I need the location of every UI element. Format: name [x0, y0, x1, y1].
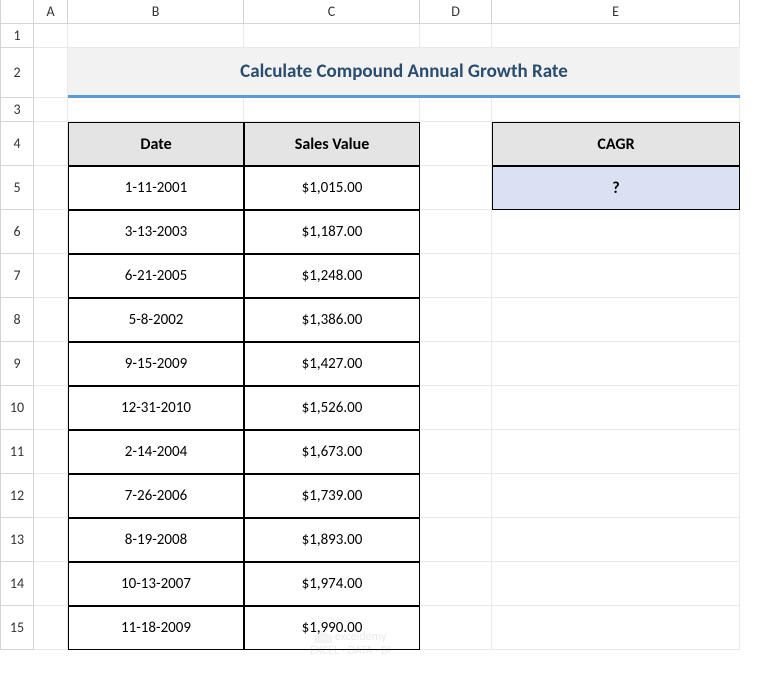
row-header-13[interactable]: 13: [0, 518, 34, 562]
cell-a1[interactable]: [34, 24, 68, 48]
row-header-12[interactable]: 12: [0, 474, 34, 518]
row-header-9[interactable]: 9: [0, 342, 34, 386]
cell-sales-1[interactable]: $1,187.00: [244, 210, 420, 254]
cell-e12[interactable]: [492, 474, 740, 518]
cell-a8[interactable]: [34, 298, 68, 342]
cell-date-0[interactable]: 1-11-2001: [68, 166, 244, 210]
cell-sales-3[interactable]: $1,386.00: [244, 298, 420, 342]
cell-d13[interactable]: [420, 518, 492, 562]
cell-e11[interactable]: [492, 430, 740, 474]
cell-a2[interactable]: [34, 48, 68, 98]
cell-d12[interactable]: [420, 474, 492, 518]
cell-sales-9[interactable]: $1,974.00: [244, 562, 420, 606]
cell-d5[interactable]: [420, 166, 492, 210]
row-header-6[interactable]: 6: [0, 210, 34, 254]
cell-a13[interactable]: [34, 518, 68, 562]
cell-d11[interactable]: [420, 430, 492, 474]
cell-a4[interactable]: [34, 122, 68, 166]
cell-d10[interactable]: [420, 386, 492, 430]
cell-date-1[interactable]: 3-13-2003: [68, 210, 244, 254]
cell-date-3[interactable]: 5-8-2002: [68, 298, 244, 342]
cell-e14[interactable]: [492, 562, 740, 606]
cell-e13[interactable]: [492, 518, 740, 562]
cell-c3[interactable]: [244, 98, 420, 122]
cell-e3[interactable]: [492, 98, 740, 122]
cell-sales-10[interactable]: $1,990.00: [244, 606, 420, 650]
row-header-7[interactable]: 7: [0, 254, 34, 298]
cell-date-7[interactable]: 7-26-2006: [68, 474, 244, 518]
cagr-value[interactable]: ?: [492, 166, 740, 210]
table-header-sales[interactable]: Sales Value: [244, 122, 420, 166]
cell-e1[interactable]: [492, 24, 740, 48]
cell-a6[interactable]: [34, 210, 68, 254]
cell-date-2[interactable]: 6-21-2005: [68, 254, 244, 298]
cell-a5[interactable]: [34, 166, 68, 210]
cell-d6[interactable]: [420, 210, 492, 254]
row-header-15[interactable]: 15: [0, 606, 34, 650]
cell-e10[interactable]: [492, 386, 740, 430]
cell-date-8[interactable]: 8-19-2008: [68, 518, 244, 562]
cell-d15[interactable]: [420, 606, 492, 650]
cell-a11[interactable]: [34, 430, 68, 474]
cell-d9[interactable]: [420, 342, 492, 386]
row-header-8[interactable]: 8: [0, 298, 34, 342]
cell-d8[interactable]: [420, 298, 492, 342]
row-header-2[interactable]: 2: [0, 48, 34, 98]
cell-sales-0[interactable]: $1,015.00: [244, 166, 420, 210]
cell-sales-5[interactable]: $1,526.00: [244, 386, 420, 430]
cell-a10[interactable]: [34, 386, 68, 430]
col-header-d[interactable]: D: [420, 0, 492, 24]
table-header-date[interactable]: Date: [68, 122, 244, 166]
row-header-5[interactable]: 5: [0, 166, 34, 210]
cell-d7[interactable]: [420, 254, 492, 298]
col-header-c[interactable]: C: [244, 0, 420, 24]
cell-e8[interactable]: [492, 298, 740, 342]
cell-sales-8[interactable]: $1,893.00: [244, 518, 420, 562]
cell-c1[interactable]: [244, 24, 420, 48]
row-header-1[interactable]: 1: [0, 24, 34, 48]
cell-b3[interactable]: [68, 98, 244, 122]
cell-date-9[interactable]: 10-13-2007: [68, 562, 244, 606]
row-header-4[interactable]: 4: [0, 122, 34, 166]
cell-e7[interactable]: [492, 254, 740, 298]
cell-date-5[interactable]: 12-31-2010: [68, 386, 244, 430]
cell-d14[interactable]: [420, 562, 492, 606]
page-title[interactable]: Calculate Compound Annual Growth Rate: [68, 48, 740, 98]
cell-a9[interactable]: [34, 342, 68, 386]
cell-sales-7[interactable]: $1,739.00: [244, 474, 420, 518]
cell-date-10[interactable]: 11-18-2009: [68, 606, 244, 650]
cell-sales-6[interactable]: $1,673.00: [244, 430, 420, 474]
spreadsheet-grid: A B C D E 1 2 Calculate Compound Annual …: [0, 0, 767, 650]
select-all-corner[interactable]: [0, 0, 34, 24]
cell-d4[interactable]: [420, 122, 492, 166]
cell-date-4[interactable]: 9-15-2009: [68, 342, 244, 386]
cagr-header[interactable]: CAGR: [492, 122, 740, 166]
cell-a14[interactable]: [34, 562, 68, 606]
row-header-10[interactable]: 10: [0, 386, 34, 430]
cell-d1[interactable]: [420, 24, 492, 48]
cell-a15[interactable]: [34, 606, 68, 650]
cell-d3[interactable]: [420, 98, 492, 122]
row-header-3[interactable]: 3: [0, 98, 34, 122]
cell-a12[interactable]: [34, 474, 68, 518]
cell-b1[interactable]: [68, 24, 244, 48]
cell-sales-4[interactable]: $1,427.00: [244, 342, 420, 386]
col-header-a[interactable]: A: [34, 0, 68, 24]
cell-date-6[interactable]: 2-14-2004: [68, 430, 244, 474]
row-header-11[interactable]: 11: [0, 430, 34, 474]
col-header-e[interactable]: E: [492, 0, 740, 24]
cell-e15[interactable]: [492, 606, 740, 650]
cell-e9[interactable]: [492, 342, 740, 386]
row-header-14[interactable]: 14: [0, 562, 34, 606]
col-header-b[interactable]: B: [68, 0, 244, 24]
cell-sales-2[interactable]: $1,248.00: [244, 254, 420, 298]
cell-a7[interactable]: [34, 254, 68, 298]
cell-e6[interactable]: [492, 210, 740, 254]
cell-a3[interactable]: [34, 98, 68, 122]
